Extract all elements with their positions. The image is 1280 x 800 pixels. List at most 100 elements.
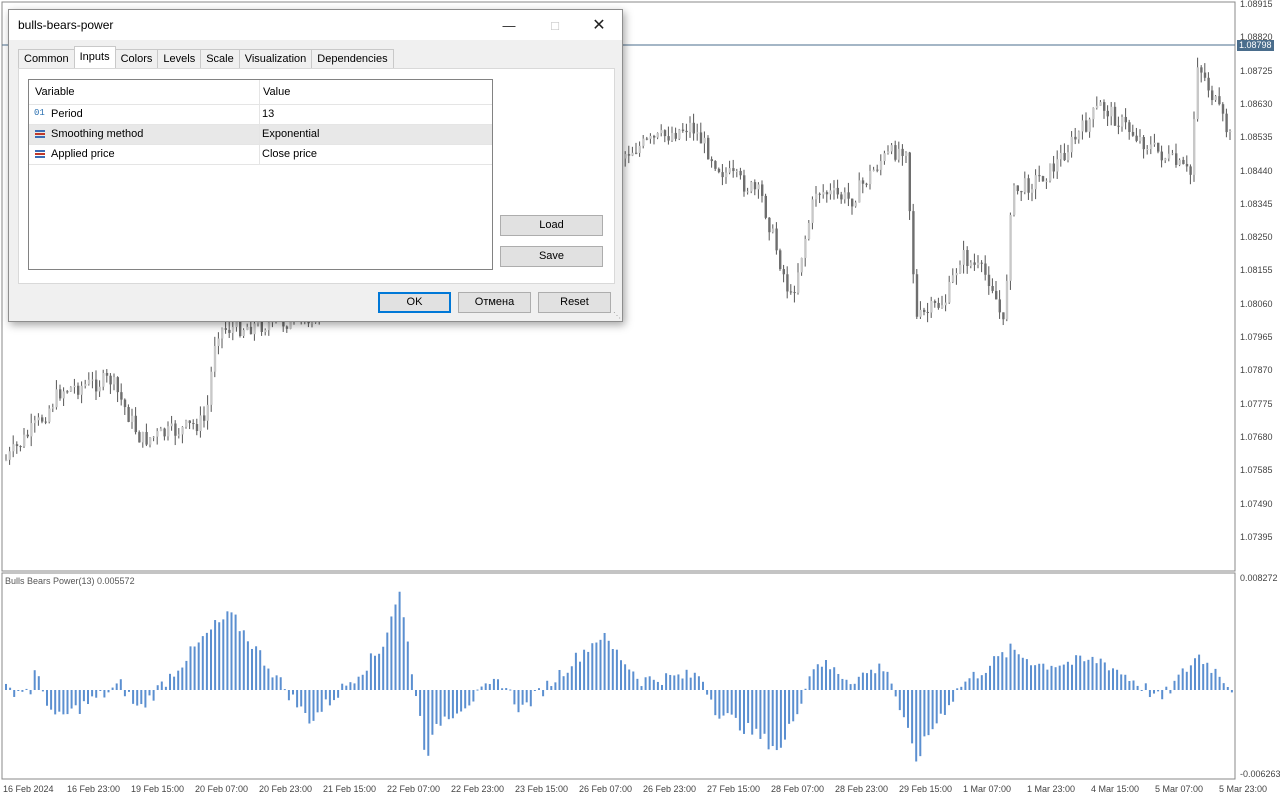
histogram-bar — [784, 690, 786, 740]
histogram-bar — [964, 681, 967, 690]
grid-row-smoothing-method[interactable]: Smoothing method Exponential — [29, 125, 492, 145]
histogram-bar — [722, 690, 725, 716]
candle-body — [1027, 178, 1030, 193]
variable-value[interactable]: 13 — [262, 108, 274, 120]
candle-body — [656, 133, 659, 138]
histogram-bar — [624, 664, 627, 690]
candle-body — [311, 322, 314, 324]
histogram-bar — [328, 690, 331, 706]
histogram-bar — [1058, 665, 1061, 690]
candle-body — [890, 145, 893, 152]
minimize-icon[interactable]: — — [486, 10, 532, 40]
histogram-bar — [1062, 664, 1065, 690]
histogram-bar — [169, 673, 171, 690]
candle-body — [249, 326, 253, 335]
variable-value[interactable]: Exponential — [262, 128, 320, 140]
histogram-bar — [464, 690, 467, 709]
histogram-bar — [29, 690, 32, 695]
histogram-bar — [677, 674, 680, 690]
histogram-bar — [197, 642, 200, 690]
time-axis-label: 29 Feb 15:00 — [899, 784, 953, 794]
candle-body — [134, 415, 137, 433]
close-icon[interactable]: ✕ — [576, 10, 622, 40]
price-axis-label: 1.08440 — [1240, 165, 1273, 176]
header-variable: Variable — [35, 86, 75, 98]
histogram-bar — [263, 665, 266, 690]
histogram-bar — [320, 690, 323, 712]
histogram-bar — [1177, 674, 1180, 690]
histogram-bar — [734, 690, 737, 718]
tab-colors[interactable]: Colors — [114, 49, 159, 68]
cancel-button[interactable]: Отмена — [458, 292, 531, 313]
candle-body — [55, 389, 58, 408]
histogram-bar — [767, 690, 770, 750]
histogram-bar — [1202, 664, 1205, 690]
dialog-titlebar[interactable]: bulls-bears-power — □ ✕ — [9, 10, 622, 40]
candle-body — [995, 290, 998, 300]
tab-common[interactable]: Common — [18, 49, 75, 68]
candle-body — [977, 262, 980, 265]
ok-button[interactable]: OK — [378, 292, 451, 313]
histogram-bar — [726, 690, 729, 714]
tab-levels[interactable]: Levels — [157, 49, 202, 68]
candle-body — [80, 385, 83, 395]
histogram-bar — [74, 690, 77, 706]
candle-body — [19, 446, 22, 448]
reset-button[interactable]: Reset — [538, 292, 611, 313]
grid-row-applied-price[interactable]: Applied price Close price — [29, 145, 492, 165]
histogram-bar — [144, 690, 147, 708]
tab-dependencies[interactable]: Dependencies — [311, 49, 394, 68]
candle-body — [933, 301, 937, 303]
candle-body — [905, 152, 908, 156]
tab-inputs[interactable]: Inputs — [73, 46, 116, 68]
price-axis-label: 1.07870 — [1240, 365, 1273, 376]
candle-body — [156, 431, 159, 437]
price-axis-label: 1.08915 — [1240, 0, 1273, 9]
time-axis-label: 22 Feb 23:00 — [451, 784, 505, 794]
candle-body — [26, 434, 29, 437]
candle-body — [1117, 125, 1120, 127]
current-price-tag: 1.08798 — [1237, 40, 1274, 51]
histogram-bar — [562, 676, 565, 690]
histogram-bar — [1087, 659, 1090, 690]
tab-visualization[interactable]: Visualization — [238, 49, 313, 68]
histogram-bar — [308, 690, 311, 724]
candle-body — [41, 417, 44, 422]
candle-body — [725, 172, 728, 178]
candle-body — [631, 152, 634, 156]
histogram-bar — [923, 690, 926, 737]
histogram-bar — [948, 690, 950, 706]
candle-body — [246, 326, 249, 330]
histogram-bar — [935, 690, 938, 724]
histogram-bar — [931, 690, 934, 730]
save-button[interactable]: Save — [500, 246, 603, 267]
histogram-bar — [747, 690, 750, 723]
candle-body — [955, 273, 958, 276]
time-axis-label: 20 Feb 23:00 — [259, 784, 313, 794]
histogram-bar — [283, 689, 286, 691]
candle-body — [674, 132, 677, 139]
candle-body — [224, 328, 227, 330]
histogram-bar — [550, 686, 553, 690]
histogram-bar — [279, 677, 282, 690]
resize-grip-icon[interactable]: ⋱ — [613, 312, 621, 320]
candle-body — [1059, 152, 1063, 160]
variable-value[interactable]: Close price — [262, 148, 317, 160]
histogram-bar — [656, 681, 659, 690]
histogram-bar — [939, 690, 942, 714]
histogram-bar — [820, 666, 823, 690]
load-button[interactable]: Load — [500, 215, 603, 236]
candle-body — [660, 130, 663, 134]
histogram-bar — [369, 653, 372, 690]
histogram-bar — [189, 646, 192, 690]
candle-body — [1131, 132, 1135, 136]
histogram-bar — [119, 679, 122, 690]
candle-body — [1103, 102, 1106, 111]
grid-row-period[interactable]: 01 Period 13 — [29, 105, 492, 125]
tab-scale[interactable]: Scale — [200, 49, 240, 68]
candle-body — [984, 263, 987, 275]
candle-body — [1113, 106, 1117, 126]
histogram-bar — [632, 671, 635, 690]
histogram-bar — [661, 684, 663, 690]
candle-body — [1056, 159, 1059, 172]
